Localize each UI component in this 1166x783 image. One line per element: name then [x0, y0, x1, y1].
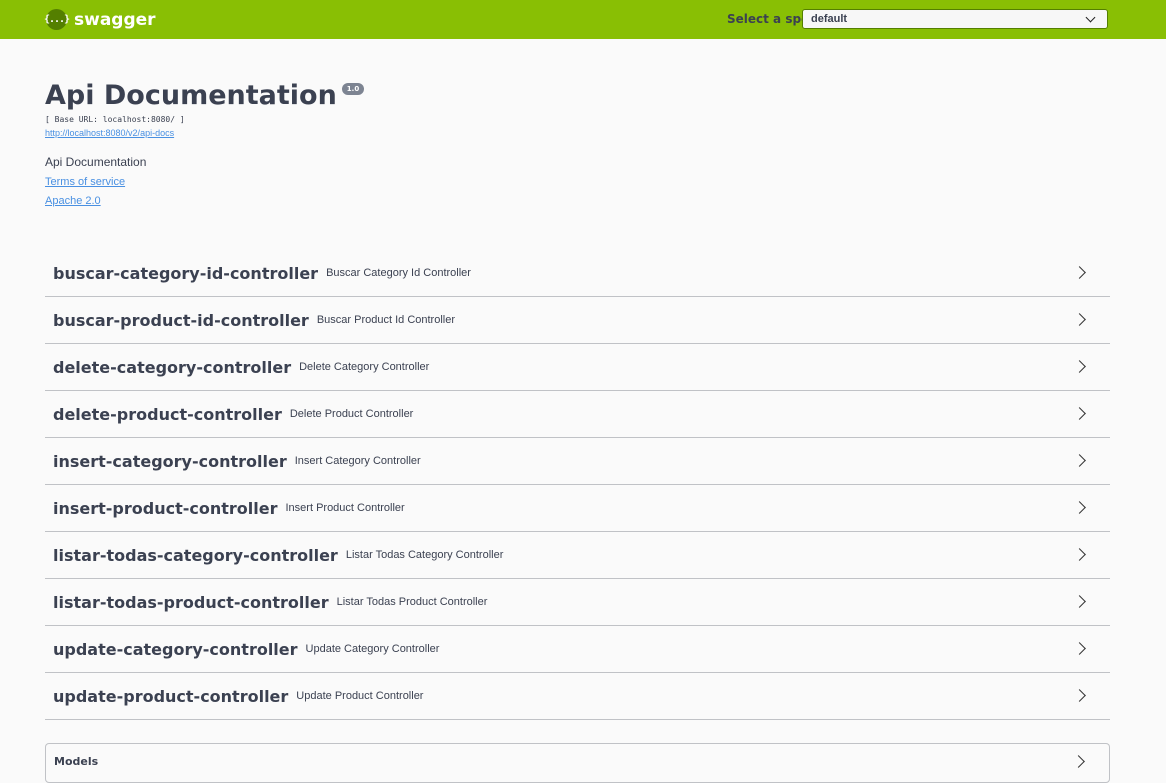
- controller-row[interactable]: update-product-controller Update Product …: [45, 673, 1110, 720]
- api-docs-link[interactable]: http://localhost:8080/v2/api-docs: [45, 128, 364, 138]
- chevron-right-icon: [1073, 313, 1086, 326]
- info-section: Api Documentation 1.0 [ Base URL: localh…: [45, 78, 365, 207]
- controller-row[interactable]: listar-todas-product-controller Listar To…: [45, 579, 1110, 626]
- controller-row[interactable]: delete-category-controller Delete Categor…: [45, 344, 1110, 391]
- controller-row[interactable]: buscar-product-id-controller Buscar Produ…: [45, 297, 1110, 344]
- chevron-down-icon: [1085, 12, 1096, 22]
- chevron-right-icon: [1073, 454, 1086, 467]
- page-title: Api Documentation: [45, 80, 337, 111]
- controller-name: delete-category-controller: [53, 357, 292, 377]
- chevron-right-icon: [1073, 642, 1086, 655]
- chevron-right-icon: [1073, 266, 1086, 279]
- controller-description: Buscar Category Id Controller: [326, 267, 471, 279]
- controller-description: Insert Product Controller: [285, 502, 405, 514]
- controller-name: delete-product-controller: [53, 404, 282, 424]
- controller-name: update-category-controller: [53, 639, 298, 659]
- chevron-right-icon: [1073, 501, 1086, 514]
- swagger-logo[interactable]: {...} swagger: [44, 9, 156, 30]
- controller-row[interactable]: delete-product-controller Delete Product …: [45, 391, 1110, 438]
- chevron-right-icon: [1073, 689, 1086, 702]
- controller-description: Update Product Controller: [296, 690, 424, 702]
- spec-select[interactable]: default: [802, 9, 1108, 29]
- chevron-right-icon: [1073, 360, 1086, 373]
- controller-name: update-product-controller: [53, 686, 289, 706]
- controller-description: Buscar Product Id Controller: [316, 314, 455, 326]
- controller-list: buscar-category-id-controller Buscar Cate…: [45, 250, 1110, 720]
- controller-row[interactable]: insert-product-controller Insert Product …: [45, 485, 1110, 532]
- controller-description: Insert Category Controller: [294, 455, 421, 467]
- models-section[interactable]: Models: [45, 743, 1110, 783]
- controller-name: insert-category-controller: [53, 451, 287, 471]
- chevron-right-icon: [1073, 595, 1086, 608]
- controller-description: Update Category Controller: [305, 643, 440, 655]
- controller-row[interactable]: listar-todas-category-controller Listar T…: [45, 532, 1110, 579]
- controller-name: insert-product-controller: [53, 498, 278, 518]
- controller-name: buscar-category-id-controller: [53, 263, 319, 283]
- chevron-right-icon: [1073, 407, 1086, 420]
- swagger-logo-icon: {...}: [44, 9, 70, 30]
- swagger-logo-text: swagger: [74, 9, 156, 30]
- controller-row[interactable]: update-category-controller Update Categor…: [45, 626, 1110, 673]
- controller-row[interactable]: buscar-category-id-controller Buscar Cate…: [45, 250, 1110, 297]
- topbar: {...} swagger Select a spec default: [0, 0, 1166, 39]
- controller-name: buscar-product-id-controller: [53, 310, 309, 330]
- controller-description: Listar Todas Category Controller: [345, 549, 504, 561]
- terms-of-service-link[interactable]: Terms of service: [45, 176, 364, 188]
- controller-row[interactable]: insert-category-controller Insert Categor…: [45, 438, 1110, 485]
- models-label: Models: [54, 755, 99, 768]
- controller-name: listar-todas-product-controller: [53, 592, 329, 612]
- controller-name: listar-todas-category-controller: [53, 545, 338, 565]
- chevron-right-icon: [1073, 548, 1086, 561]
- spec-select-value: default: [811, 13, 848, 25]
- controller-description: Delete Category Controller: [299, 361, 430, 373]
- license-link[interactable]: Apache 2.0: [45, 195, 364, 207]
- version-badge: 1.0: [341, 83, 365, 95]
- controller-description: Delete Product Controller: [289, 408, 414, 420]
- api-description: Api Documentation: [45, 155, 147, 169]
- controller-description: Listar Todas Product Controller: [336, 596, 488, 608]
- chevron-right-icon: [1072, 755, 1085, 768]
- base-url: [ Base URL: localhost:8080/ ]: [45, 115, 185, 124]
